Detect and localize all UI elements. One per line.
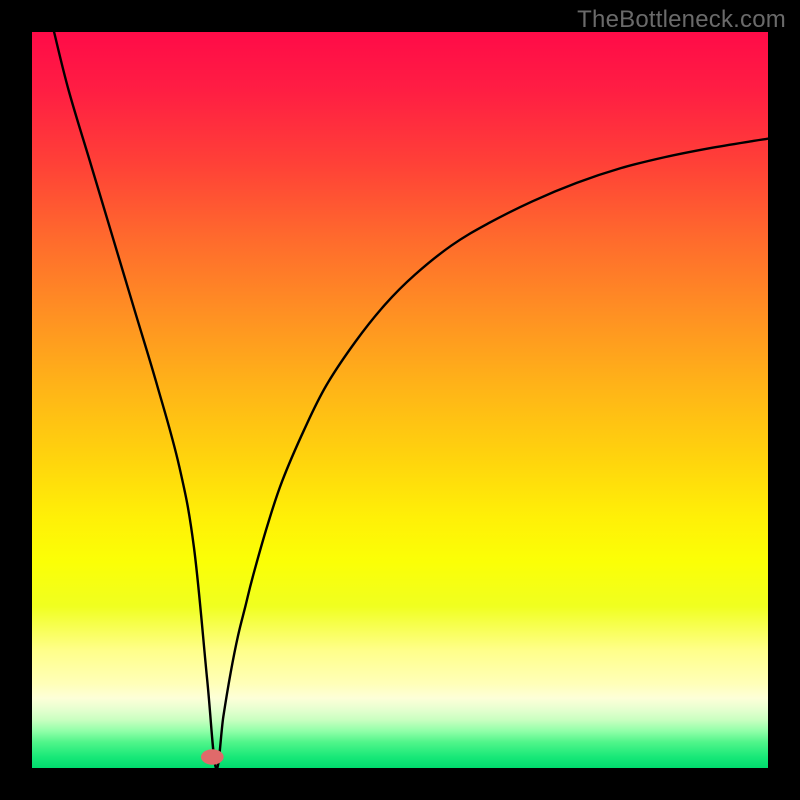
minimum-marker [201,749,224,764]
bottleneck-chart [32,32,768,768]
watermark-text: TheBottleneck.com [577,6,786,34]
gradient-background [32,32,768,768]
plot-area [32,32,768,768]
chart-frame: TheBottleneck.com [0,0,800,800]
